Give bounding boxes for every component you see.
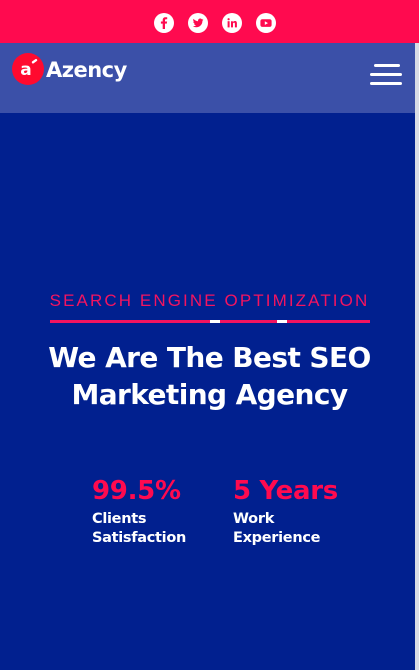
facebook-link[interactable] <box>154 13 174 33</box>
stat-label-satisfaction: Clients Satisfaction <box>92 510 222 548</box>
svg-text:a: a <box>20 60 31 80</box>
stat-label-experience: Work Experience <box>233 510 363 548</box>
stat-label-satisfaction-line-2: Satisfaction <box>92 530 187 546</box>
facebook-icon <box>160 17 168 29</box>
stat-value-experience: 5 Years <box>233 476 338 506</box>
twitter-link[interactable] <box>188 13 208 33</box>
logo-icon[interactable]: a <box>12 53 44 85</box>
hamburger-bar-middle <box>370 73 402 76</box>
twitter-icon <box>192 18 204 28</box>
hamburger-menu-icon <box>374 64 400 67</box>
scrollbar[interactable] <box>415 43 419 670</box>
hero-eyebrow: SEARCH ENGINE OPTIMIZATION <box>49 291 370 310</box>
stat-value-satisfaction: 99.5% <box>92 476 181 506</box>
stat-label-experience-line-1: Work <box>233 511 275 527</box>
site-header: a Azency <box>0 43 419 113</box>
stat-label-satisfaction-line-1: Clients <box>92 511 147 527</box>
linkedin-link[interactable] <box>222 13 242 33</box>
hero-headline-line-1: We Are The Best SEO <box>48 341 371 374</box>
youtube-icon <box>260 19 272 27</box>
hero-headline: We Are The Best SEO Marketing Agency <box>0 339 419 413</box>
stat-label-experience-line-2: Experience <box>233 530 321 546</box>
hero-headline-line-2: Marketing Agency <box>71 378 348 411</box>
hamburger-bar-bottom <box>370 82 402 85</box>
social-bar <box>0 0 419 43</box>
hero-divider <box>50 320 370 323</box>
logo-text[interactable]: Azency <box>46 57 127 83</box>
menu-button[interactable] <box>370 62 404 88</box>
linkedin-icon <box>227 18 237 28</box>
youtube-link[interactable] <box>256 13 276 33</box>
logo-letter-mark: a <box>20 58 38 80</box>
